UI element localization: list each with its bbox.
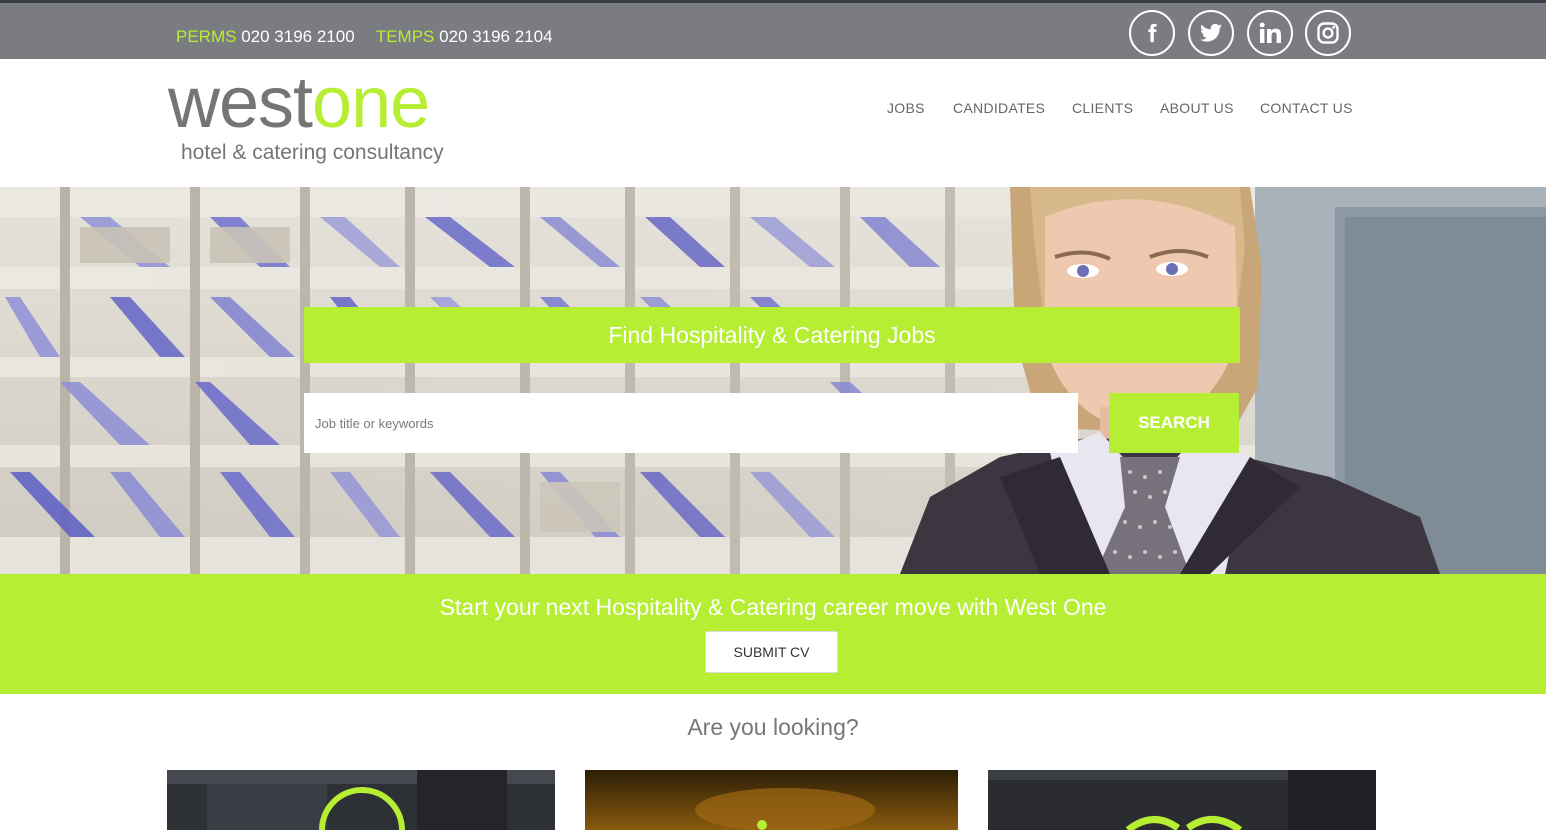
site-header: westone hotel & catering consultancy JOB… [0,59,1546,187]
card-jobs[interactable] [585,770,958,830]
section-heading: Are you looking? [687,714,859,740]
job-search-input[interactable] [304,393,1078,453]
card-icon [757,820,767,830]
submit-cv-button[interactable]: SUBMIT CV [705,631,838,673]
nav-contact-us[interactable]: CONTACT US [1260,100,1353,116]
temps-label: TEMPS [375,27,435,46]
westone-logo[interactable]: westone hotel & catering consultancy [168,63,458,167]
perms-label: PERMS [176,27,237,46]
card-candidates[interactable] [167,770,555,830]
temps-phone[interactable]: 020 3196 2104 [439,27,552,46]
logo-subtitle: hotel & catering consultancy [181,141,444,164]
hero-background-image [0,187,1546,574]
card-clients[interactable] [988,770,1376,830]
search-button[interactable]: SEARCH [1109,393,1239,453]
perms-phone[interactable]: 020 3196 2100 [241,27,354,46]
card-image [585,770,958,830]
card-image [988,770,1376,830]
contact-bar: PERMS 020 3196 2100 TEMPS 020 3196 2104 [0,3,1546,59]
nav-jobs[interactable]: JOBS [887,100,925,116]
phone-numbers: PERMS 020 3196 2100 TEMPS 020 3196 2104 [176,27,553,47]
nav-clients[interactable]: CLIENTS [1072,100,1133,116]
hero-title: Find Hospitality & Catering Jobs [304,307,1240,363]
nav-about-us[interactable]: ABOUT US [1160,100,1234,116]
hero-banner: Find Hospitality & Catering Jobs SEARCH [0,187,1546,574]
cta-band: Start your next Hospitality & Catering c… [0,574,1546,694]
logo-wordmark: westone [168,63,430,143]
nav-candidates[interactable]: CANDIDATES [953,100,1045,116]
twitter-icon[interactable] [1188,10,1234,56]
cta-text: Start your next Hospitality & Catering c… [439,594,1107,620]
facebook-icon[interactable] [1129,10,1175,56]
instagram-icon[interactable] [1305,10,1351,56]
linkedin-icon[interactable] [1247,10,1293,56]
card-image [167,770,555,830]
